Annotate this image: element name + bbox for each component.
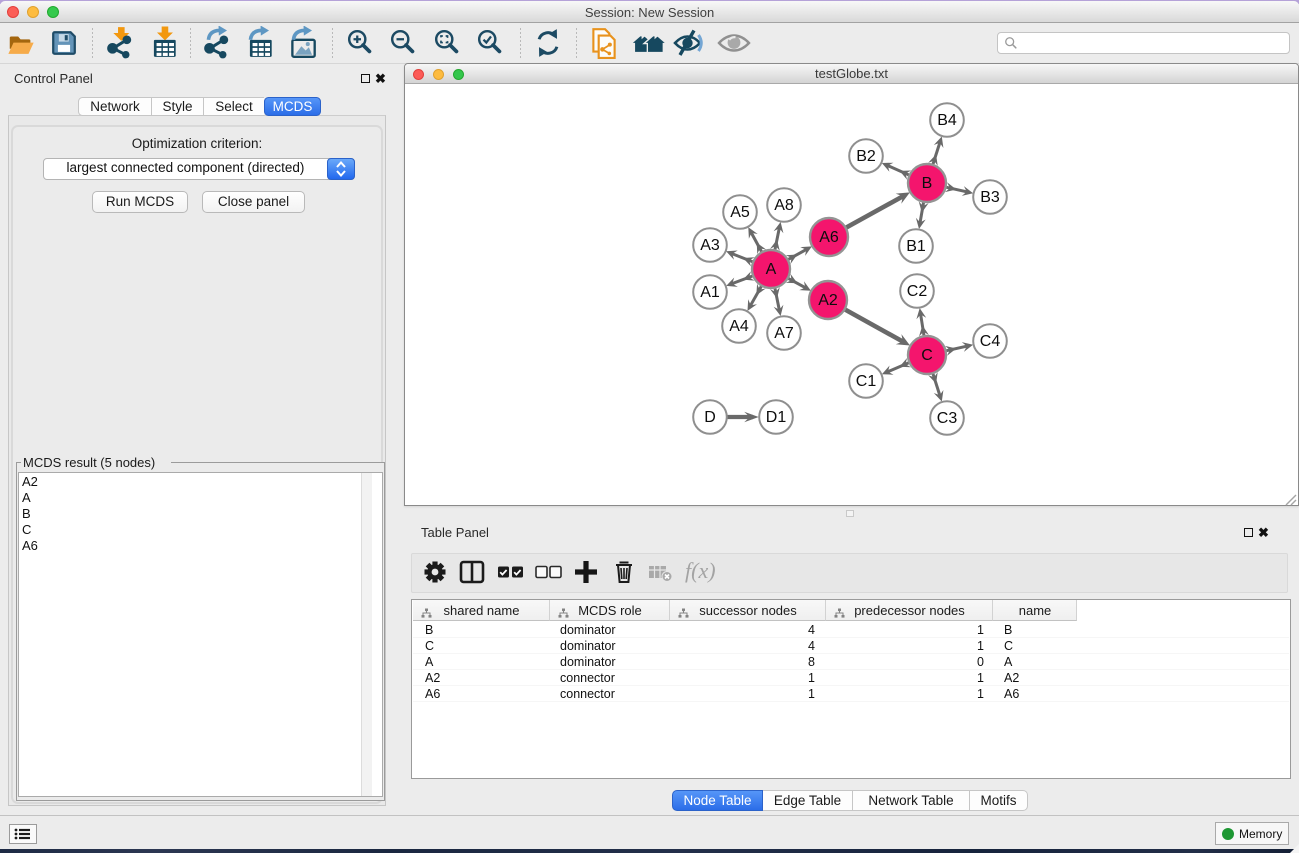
svg-text:A3: A3 xyxy=(700,237,720,254)
svg-text:C4: C4 xyxy=(980,333,1001,350)
svg-text:B: B xyxy=(922,175,933,192)
svg-text:C1: C1 xyxy=(856,373,877,390)
svg-text:B2: B2 xyxy=(856,148,876,165)
svg-text:B4: B4 xyxy=(937,112,957,129)
svg-text:A7: A7 xyxy=(774,325,794,342)
svg-text:A2: A2 xyxy=(818,292,838,309)
svg-text:C: C xyxy=(921,347,933,364)
svg-text:A1: A1 xyxy=(700,284,720,301)
svg-text:B1: B1 xyxy=(906,238,926,255)
svg-text:A5: A5 xyxy=(730,204,750,221)
svg-text:C2: C2 xyxy=(907,283,928,300)
svg-text:B3: B3 xyxy=(980,189,1000,206)
svg-text:A6: A6 xyxy=(819,229,839,246)
svg-text:D1: D1 xyxy=(766,409,787,426)
svg-text:C3: C3 xyxy=(937,410,958,427)
svg-text:D: D xyxy=(704,409,716,426)
svg-text:A8: A8 xyxy=(774,197,794,214)
svg-text:A: A xyxy=(766,261,777,278)
svg-text:A4: A4 xyxy=(729,318,749,335)
